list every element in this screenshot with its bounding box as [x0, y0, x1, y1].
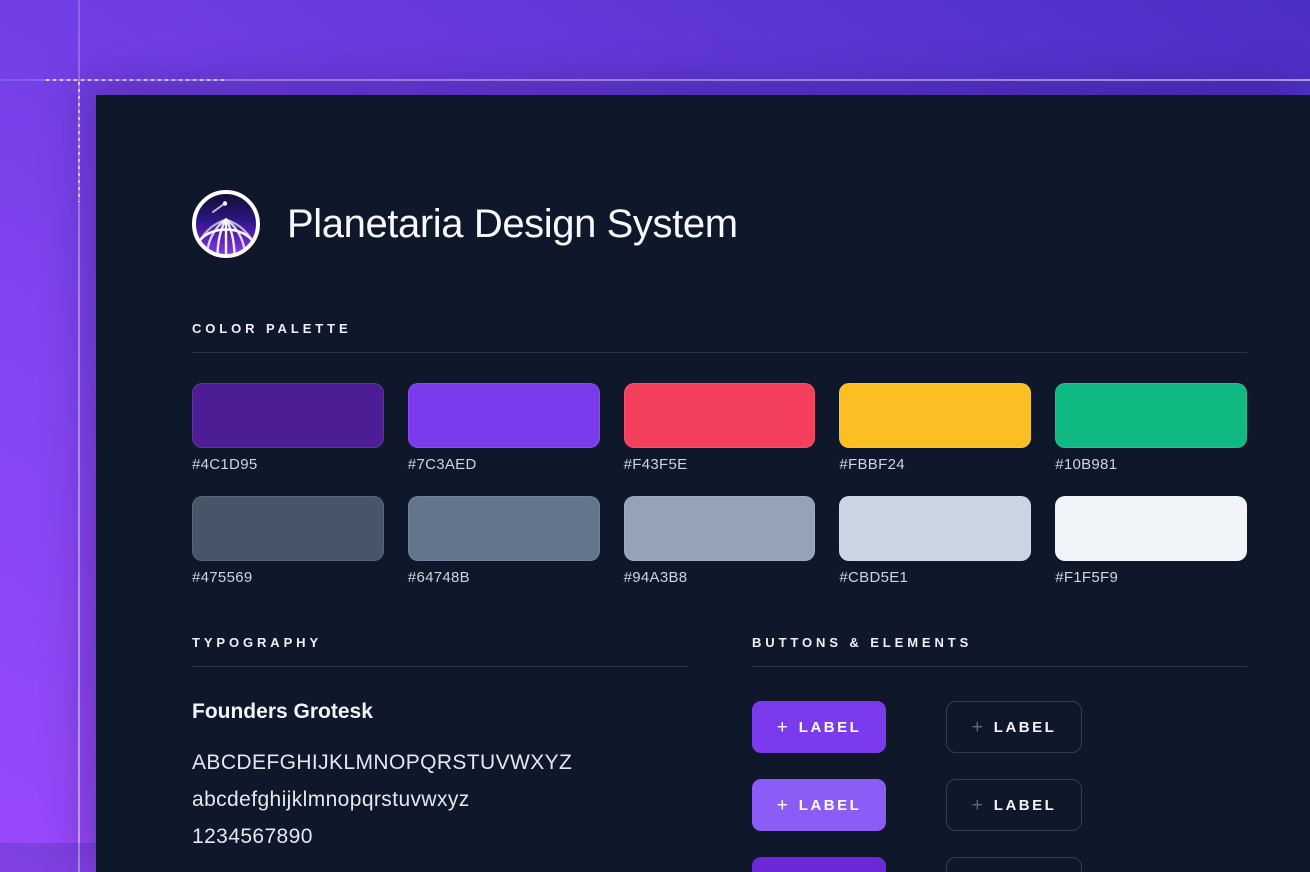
specimen-uppercase: ABCDEFGHIJKLMNOPQRSTUVWXYZ	[192, 744, 688, 781]
color-palette-heading: COLOR PALETTE	[192, 322, 1247, 335]
button-label: LABEL	[799, 797, 862, 814]
typography-heading: TYPOGRAPHY	[192, 636, 688, 649]
swatch-grid: #4C1D95 #7C3AED #F43F5E #FBBF24 #10B981 …	[192, 383, 1247, 586]
buttons-heading: BUTTONS & ELEMENTS	[752, 636, 1247, 649]
plus-icon: +	[972, 796, 983, 815]
label-button-filled[interactable]: + LABEL	[752, 701, 886, 753]
section-divider	[192, 352, 1247, 353]
color-swatch: #10B981	[1055, 383, 1247, 473]
section-divider	[752, 666, 1247, 667]
button-label: LABEL	[994, 797, 1057, 814]
button-label: LABEL	[994, 719, 1057, 736]
color-swatch: #64748B	[408, 496, 600, 586]
plus-icon: +	[972, 718, 983, 737]
color-swatch: #FBBF24	[839, 383, 1031, 473]
button-label: LABEL	[799, 719, 862, 736]
color-swatch-tile	[408, 383, 600, 448]
color-swatch-tile	[1055, 383, 1247, 448]
color-palette-section: COLOR PALETTE #4C1D95 #7C3AED #F43F5E #F…	[192, 322, 1247, 586]
backdrop-corner-shade	[0, 843, 96, 872]
plus-icon: +	[777, 718, 788, 737]
color-swatch-tile	[839, 496, 1031, 561]
label-button-outline[interactable]: + LABEL	[946, 779, 1082, 831]
color-swatch: #7C3AED	[408, 383, 600, 473]
color-swatch-tile	[839, 383, 1031, 448]
label-button-filled[interactable]: + LABEL	[752, 857, 886, 872]
button-examples: + LABEL + LABEL + LABEL + LABEL + LABEL …	[752, 701, 1247, 872]
color-swatch: #4C1D95	[192, 383, 384, 473]
color-swatch-hex-label: #7C3AED	[408, 457, 600, 473]
label-button-outline[interactable]: + LABEL	[946, 701, 1082, 753]
design-system-panel: Planetaria Design System COLOR PALETTE #…	[96, 95, 1310, 872]
page-title: Planetaria Design System	[287, 202, 738, 247]
button-row: + LABEL + LABEL	[752, 701, 1247, 753]
color-swatch: #94A3B8	[624, 496, 816, 586]
specimen-lowercase: abcdefghijklmnopqrstuvwxyz	[192, 781, 688, 818]
color-swatch-hex-label: #475569	[192, 570, 384, 586]
vertical-guide-dashes	[78, 82, 80, 202]
color-swatch-hex-label: #FBBF24	[839, 457, 1031, 473]
color-swatch-tile	[1055, 496, 1247, 561]
section-divider	[192, 666, 688, 667]
font-name: Founders Grotesk	[192, 701, 688, 723]
color-swatch-hex-label: #F43F5E	[624, 457, 816, 473]
color-swatch: #475569	[192, 496, 384, 586]
planetaria-globe-logo-icon	[192, 190, 260, 258]
color-swatch-hex-label: #4C1D95	[192, 457, 384, 473]
color-swatch-tile	[192, 496, 384, 561]
color-swatch-hex-label: #10B981	[1055, 457, 1247, 473]
color-swatch: #F43F5E	[624, 383, 816, 473]
horizontal-guide-dashes	[46, 79, 226, 81]
color-swatch-hex-label: #CBD5E1	[839, 570, 1031, 586]
plus-icon: +	[777, 796, 788, 815]
label-button-filled[interactable]: + LABEL	[752, 779, 886, 831]
button-row: + LABEL + LABEL	[752, 779, 1247, 831]
color-swatch-tile	[624, 496, 816, 561]
color-swatch-tile	[624, 383, 816, 448]
color-swatch: #CBD5E1	[839, 496, 1031, 586]
typography-section: TYPOGRAPHY Founders Grotesk ABCDEFGHIJKL…	[192, 636, 688, 872]
color-swatch: #F1F5F9	[1055, 496, 1247, 586]
color-swatch-hex-label: #94A3B8	[624, 570, 816, 586]
color-swatch-hex-label: #F1F5F9	[1055, 570, 1247, 586]
button-row: + LABEL + LABEL	[752, 857, 1247, 872]
color-swatch-hex-label: #64748B	[408, 570, 600, 586]
label-button-outline[interactable]: + LABEL	[946, 857, 1082, 872]
color-swatch-tile	[408, 496, 600, 561]
color-swatch-tile	[192, 383, 384, 448]
specimen-numerals: 1234567890	[192, 818, 688, 855]
buttons-section: BUTTONS & ELEMENTS + LABEL + LABEL + LAB…	[752, 636, 1247, 872]
brand-header: Planetaria Design System	[192, 190, 1247, 258]
